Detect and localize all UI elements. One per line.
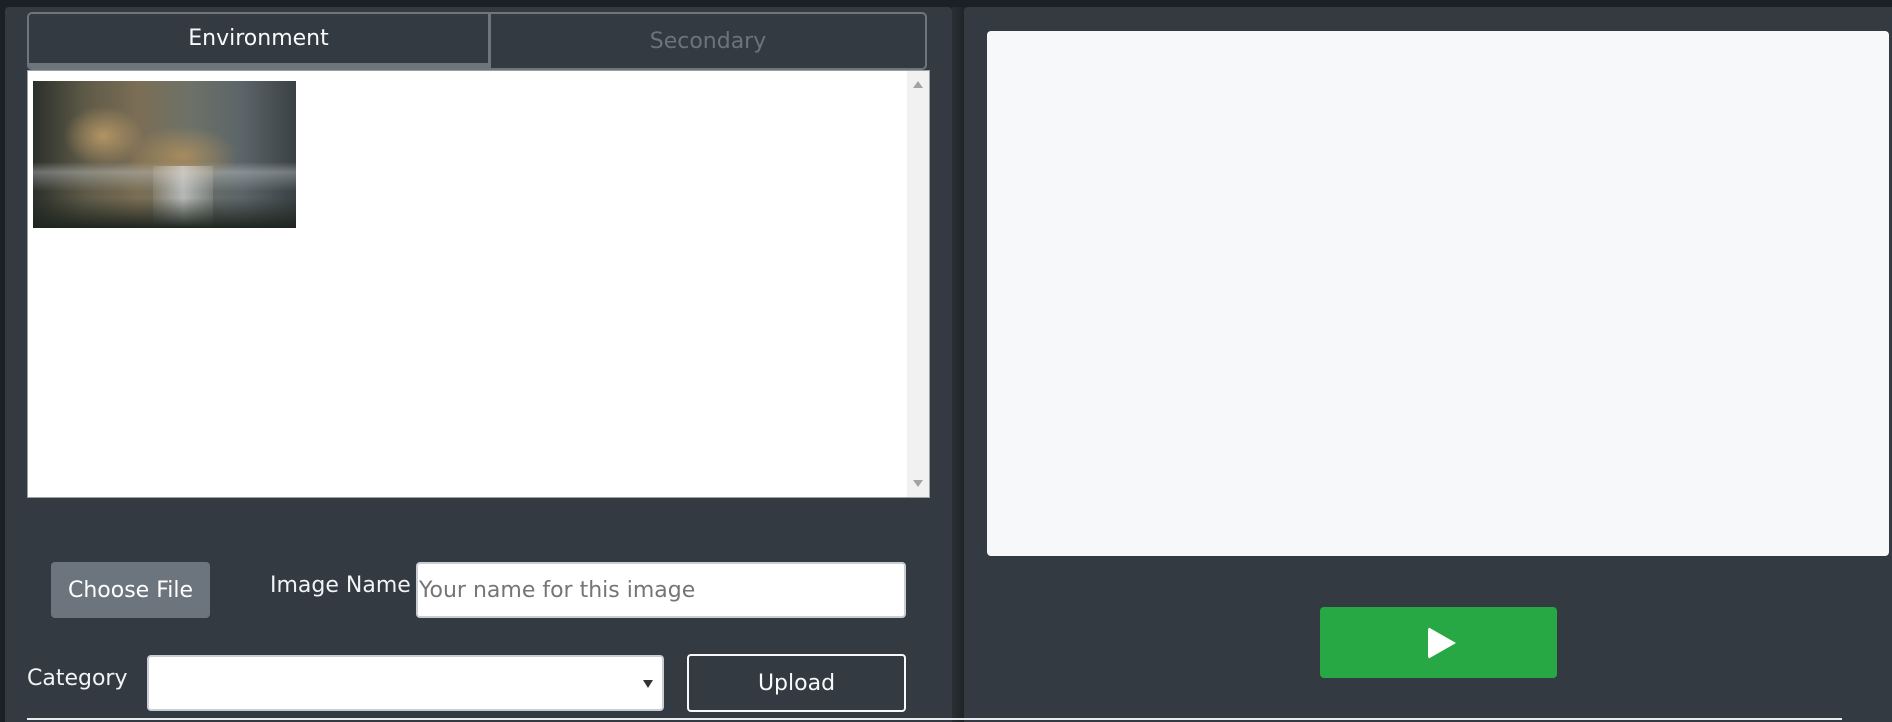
image-gallery [27,70,930,498]
scroll-up-icon[interactable] [913,81,923,88]
category-select[interactable] [147,655,664,711]
tab-secondary[interactable]: Secondary [491,14,925,68]
choose-file-button[interactable]: Choose File [51,562,210,618]
chevron-down-icon [643,680,653,688]
tab-environment[interactable]: Environment [29,14,491,68]
play-icon [1427,626,1456,659]
category-label: Category [27,666,128,691]
image-name-label: Image Name [270,573,411,598]
upload-button[interactable]: Upload [687,654,906,712]
image-name-input[interactable] [416,562,906,618]
scroll-down-icon[interactable] [913,480,923,487]
play-button[interactable] [1320,607,1557,678]
preview-area [987,31,1889,556]
bottom-divider [27,718,1842,720]
gallery-thumbnail[interactable] [33,81,296,228]
gallery-scrollbar[interactable] [907,71,929,497]
tab-bar: Environment Secondary [27,12,927,70]
panel-divider [952,7,964,722]
thumbnail-trees [33,198,296,228]
